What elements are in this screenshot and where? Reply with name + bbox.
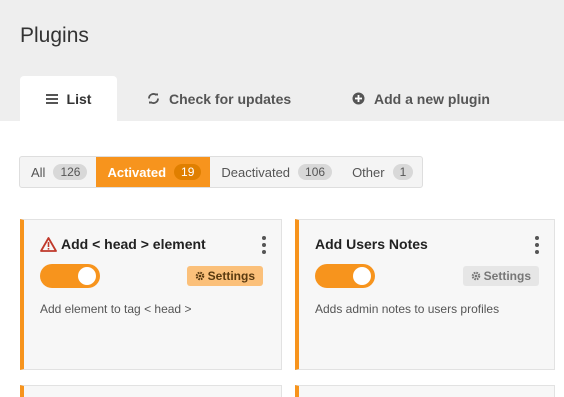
more-options-icon[interactable] — [535, 236, 539, 254]
plus-circle-icon — [352, 92, 365, 105]
plugin-title: Add Users Notes — [315, 236, 428, 252]
settings-button-label: Settings — [207, 269, 255, 283]
more-options-icon[interactable] — [262, 236, 266, 254]
page-title: Plugins — [20, 24, 89, 47]
tab-add-new-plugin[interactable]: Add a new plugin — [352, 76, 490, 121]
filter-other-count: 1 — [392, 164, 414, 180]
filter-all-count: 126 — [53, 164, 88, 180]
plugin-description: Adds admin notes to users profiles — [315, 302, 500, 316]
filter-other-label: Other — [352, 164, 385, 180]
plugin-title-text: Add Users Notes — [315, 236, 428, 252]
tab-check-for-updates-label: Check for updates — [169, 90, 292, 107]
plugin-description: Add element to tag < head > — [40, 302, 192, 316]
settings-button[interactable]: Settings — [462, 266, 539, 286]
filter-activated-count: 19 — [174, 164, 202, 180]
settings-button-label: Settings — [483, 269, 531, 283]
plugin-card-partial — [295, 385, 555, 397]
plugin-card: Add < head > element Settings Add elemen… — [20, 219, 282, 370]
tab-list[interactable]: List — [20, 76, 117, 121]
plugin-title-text: Add < head > element — [61, 236, 206, 252]
plugin-enabled-toggle[interactable] — [315, 264, 375, 288]
plugin-enabled-toggle[interactable] — [40, 264, 100, 288]
filter-deactivated-label: Deactivated — [221, 164, 291, 180]
gear-icon — [195, 271, 205, 281]
filter-deactivated-count: 106 — [298, 164, 333, 180]
filter-activated-label: Activated — [107, 164, 167, 180]
refresh-icon — [147, 92, 160, 105]
filter-activated[interactable]: Activated 19 — [96, 157, 211, 187]
settings-button[interactable]: Settings — [186, 266, 263, 286]
filter-deactivated[interactable]: Deactivated 106 — [210, 157, 341, 187]
tab-check-for-updates[interactable]: Check for updates — [147, 76, 291, 121]
tab-list-label: List — [66, 90, 92, 107]
list-icon — [45, 93, 58, 104]
filter-other[interactable]: Other 1 — [341, 157, 422, 187]
plugin-card: Add Users Notes Settings Adds admin note… — [295, 219, 555, 370]
gear-icon — [471, 271, 481, 281]
plugin-card-partial — [20, 385, 282, 397]
tab-add-new-plugin-label: Add a new plugin — [374, 90, 490, 107]
plugin-filter-bar: All 126 Activated 19 Deactivated 106 Oth… — [19, 156, 424, 188]
plugin-title: Add < head > element — [40, 236, 206, 252]
filter-all[interactable]: All 126 — [20, 157, 96, 187]
filter-all-label: All — [31, 164, 46, 180]
warning-icon — [40, 236, 57, 252]
